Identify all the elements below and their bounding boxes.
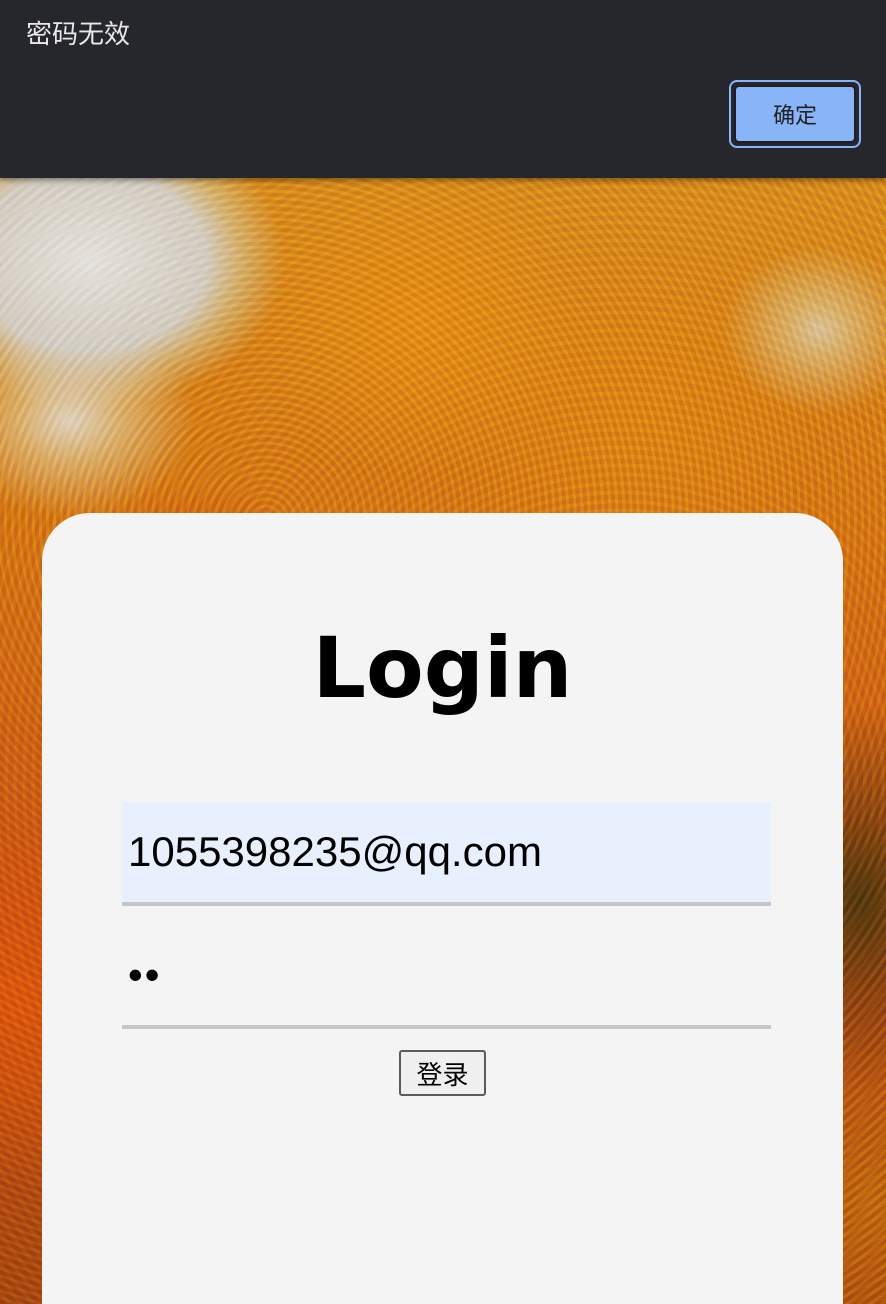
page-background: 密码无效 确定 Login 登录 [0,0,886,1304]
alert-ok-button[interactable]: 确定 [729,80,861,148]
alert-dialog: 密码无效 确定 [0,0,886,178]
login-card: Login 登录 [42,513,843,1304]
alert-message: 密码无效 [26,20,131,50]
alert-ok-label: 确定 [734,85,856,143]
login-title: Login [312,619,573,717]
email-input[interactable] [122,802,771,906]
login-button[interactable]: 登录 [399,1050,486,1096]
password-input[interactable] [122,925,771,1029]
